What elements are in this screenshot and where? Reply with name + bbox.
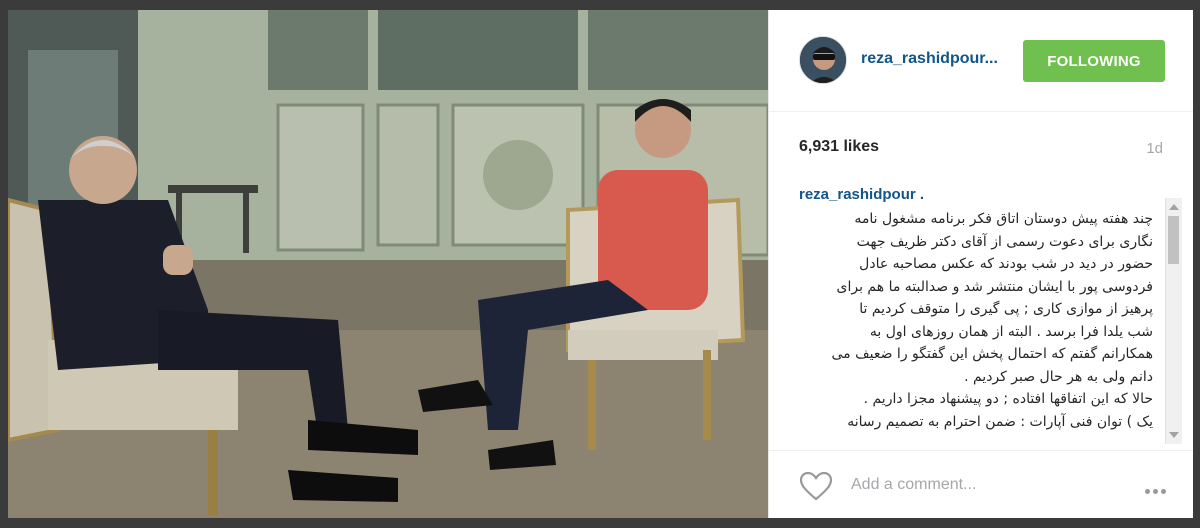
caption-text: چند هفته پیش دوستان اتاق فکر برنامه مشغو…: [793, 208, 1154, 444]
post-photo[interactable]: [8, 10, 768, 518]
more-options-icon[interactable]: [1145, 481, 1169, 494]
caption-line: شب یلدا فرا برسد . البته از همان روزهای …: [869, 323, 1153, 340]
following-button[interactable]: FOLLOWING: [1023, 40, 1165, 82]
caption-line: همکارانم گفتم که احتمال پخش این گفتگو را…: [831, 346, 1154, 362]
user-avatar-icon[interactable]: [799, 36, 847, 84]
post-age[interactable]: 1d: [1146, 140, 1163, 157]
caption-author-link[interactable]: reza_rashidpour .: [799, 186, 924, 203]
heart-icon[interactable]: [799, 471, 833, 501]
username-link[interactable]: reza_rashidpour...: [861, 50, 998, 68]
caption-line: حضور در دید در شب بودند که عکس مصاحبه عا…: [859, 256, 1153, 272]
caption-line: دانم ولی به هر حال صبر کردیم .: [964, 368, 1153, 385]
scroll-thumb[interactable]: [1168, 216, 1179, 264]
scroll-down-arrow-icon[interactable]: [1169, 432, 1179, 438]
comment-input[interactable]: [849, 469, 1113, 501]
post-header: reza_rashidpour... FOLLOWING: [769, 10, 1193, 112]
caption-line: چند هفته پیش دوستان اتاق فکر برنامه مشغو…: [854, 211, 1153, 227]
scroll-up-arrow-icon[interactable]: [1169, 204, 1179, 210]
caption-line: پرهیز از موازی کاری ; پی گیری را متوقف ک…: [859, 301, 1153, 317]
caption-line: یک ) توان فنی آپارات : ضمن احترام به تصم…: [847, 413, 1153, 430]
caption-scrollbar[interactable]: [1165, 198, 1182, 444]
comment-bar: [769, 450, 1193, 519]
post-details-panel: reza_rashidpour... FOLLOWING 6,931 likes…: [768, 10, 1193, 518]
likes-count[interactable]: 6,931 likes: [799, 138, 879, 156]
post-lightbox: reza_rashidpour... FOLLOWING 6,931 likes…: [0, 0, 1200, 528]
caption-line: فردوسی پور با ایشان منتشر شد و صدالبته م…: [836, 278, 1153, 295]
interview-photo-image: [8, 10, 768, 518]
caption-line: نگاری برای دعوت رسمی از آقای دکتر ظریف ج…: [856, 233, 1153, 250]
caption-line: حالا که این اتفاقها افتاده ; دو پیشنهاد …: [863, 391, 1153, 407]
